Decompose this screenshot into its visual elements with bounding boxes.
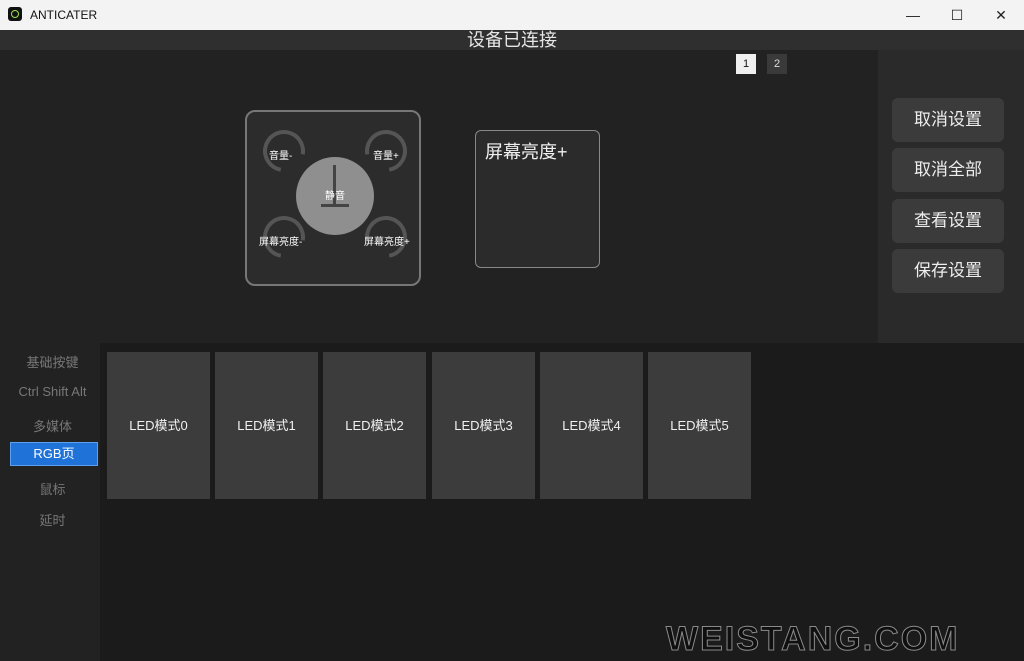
maximize-button[interactable]: ☐ (943, 4, 971, 26)
led-mode-5-button[interactable]: LED模式5 (648, 352, 751, 499)
device-preview-area (0, 50, 878, 343)
app-title: ANTICATER (30, 8, 98, 22)
led-mode-2-button[interactable]: LED模式2 (323, 352, 426, 499)
watermark: WEISTANG.COM (665, 620, 960, 659)
connection-status: 设备已连接 (467, 30, 557, 50)
view-settings-button[interactable]: 查看设置 (892, 199, 1004, 243)
page-2-button[interactable]: 2 (767, 54, 787, 74)
knob-indicator-base (321, 204, 349, 207)
save-settings-button[interactable]: 保存设置 (892, 249, 1004, 293)
key-mapping-label: 屏幕亮度+ (485, 142, 568, 162)
sidebar-item-basic-keys[interactable]: 基础按键 (0, 352, 105, 371)
key-mapping-card[interactable]: 屏幕亮度+ (475, 130, 600, 268)
sidebar-item-multimedia[interactable]: 多媒体 (0, 416, 105, 435)
led-mode-4-button[interactable]: LED模式4 (540, 352, 643, 499)
cancel-setting-button[interactable]: 取消设置 (892, 98, 1004, 142)
title-bar: ANTICATER — ☐ ✕ (0, 0, 1024, 30)
led-mode-0-button[interactable]: LED模式0 (107, 352, 210, 499)
connection-status-bar: 设备已连接 (0, 30, 1024, 50)
led-mode-3-button[interactable]: LED模式3 (432, 352, 535, 499)
knob-center-button[interactable]: 静音 (296, 157, 374, 235)
sidebar-item-modifiers[interactable]: Ctrl Shift Alt (0, 384, 105, 399)
sidebar-item-delay[interactable]: 延时 (0, 510, 105, 529)
minimize-button[interactable]: — (899, 4, 927, 26)
knob-top-right-label: 音量+ (373, 151, 399, 162)
knob-bottom-left-label: 屏幕亮度- (259, 237, 303, 248)
knob-center-label: 静音 (325, 191, 345, 202)
knob-panel[interactable]: 音量- 音量+ 屏幕亮度- 屏幕亮度+ 静音 (245, 110, 421, 286)
led-mode-1-button[interactable]: LED模式1 (215, 352, 318, 499)
knob-bottom-right-label: 屏幕亮度+ (364, 237, 410, 248)
cancel-all-button[interactable]: 取消全部 (892, 148, 1004, 192)
page-1-button[interactable]: 1 (736, 54, 756, 74)
action-panel (878, 50, 1024, 343)
sidebar-item-mouse[interactable]: 鼠标 (0, 479, 105, 498)
sidebar-item-rgb[interactable]: RGB页 (10, 442, 98, 466)
knob-top-left-label: 音量- (269, 151, 293, 162)
close-button[interactable]: ✕ (987, 4, 1015, 26)
app-logo-icon (8, 7, 22, 21)
